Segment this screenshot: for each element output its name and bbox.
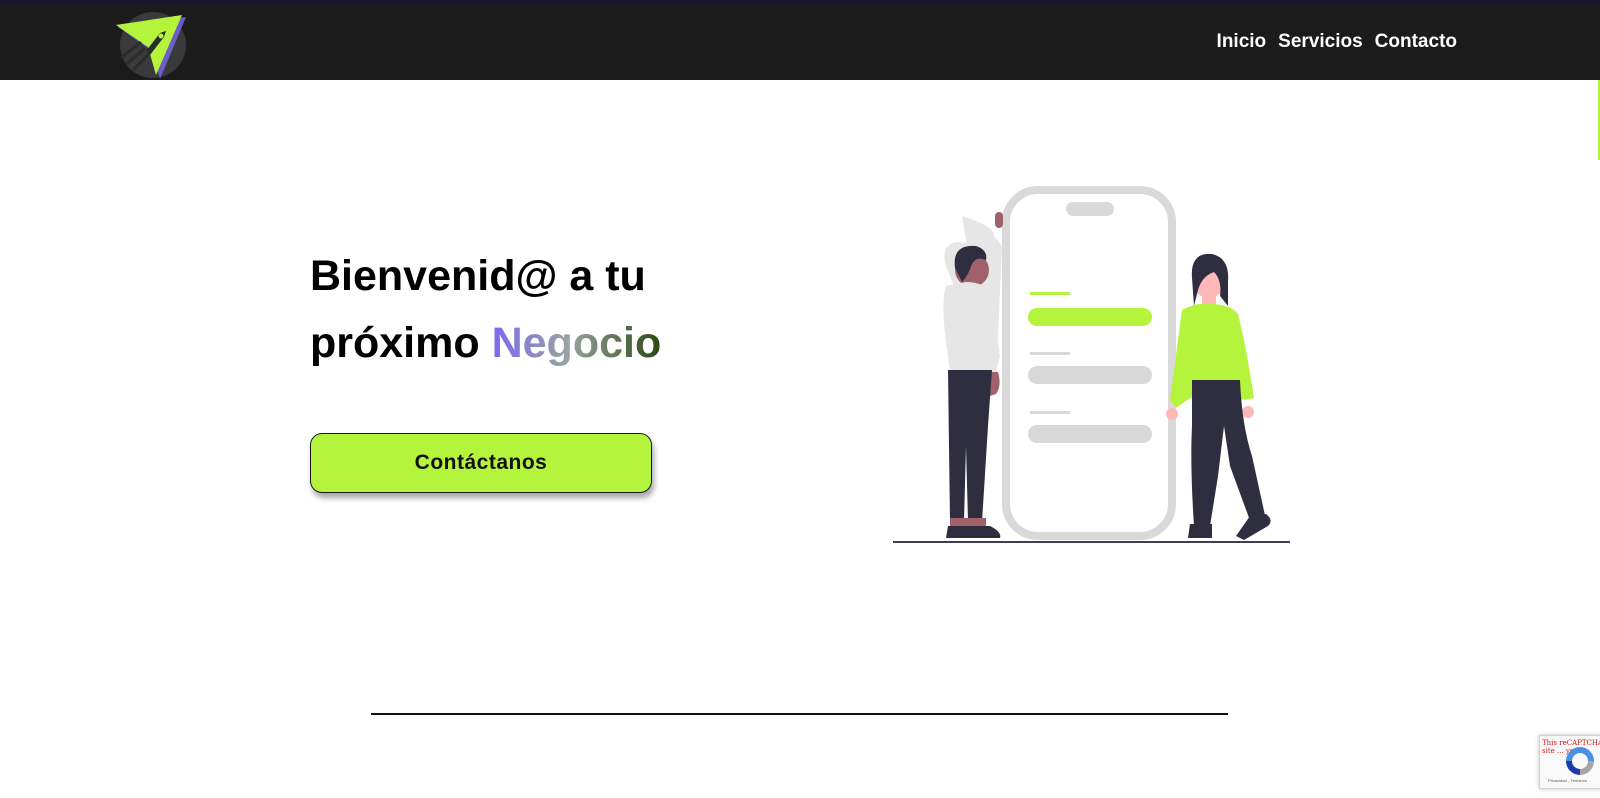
nav-link-servicios[interactable]: Servicios xyxy=(1278,31,1363,53)
hero-title-line1: Bienvenid@ a tu xyxy=(310,252,646,300)
section-divider xyxy=(371,713,1228,715)
recaptcha-links[interactable]: Privacidad - Términos xyxy=(1548,778,1587,783)
nav-links: Inicio Servicios Contacto xyxy=(1217,31,1457,53)
hero-title: Bienvenid@ a tu próximo Negocio xyxy=(310,243,661,377)
hero-title-highlight: Negocio xyxy=(491,319,662,367)
people-smartphone-illustration xyxy=(893,186,1290,543)
recaptcha-badge[interactable]: This reCAPTCHA site ... you ... Privacid… xyxy=(1539,735,1600,789)
nav-link-contacto[interactable]: Contacto xyxy=(1375,31,1457,53)
page: Inicio Servicios Contacto Bienvenid@ a t… xyxy=(0,0,1600,798)
recaptcha-icon xyxy=(1566,747,1594,775)
rocket-logo-icon[interactable] xyxy=(116,9,188,79)
nav-link-inicio[interactable]: Inicio xyxy=(1217,31,1267,53)
hero-title-prefix: próximo xyxy=(310,319,480,367)
contact-button[interactable]: Contáctanos xyxy=(310,433,652,493)
navbar: Inicio Servicios Contacto xyxy=(0,3,1600,80)
